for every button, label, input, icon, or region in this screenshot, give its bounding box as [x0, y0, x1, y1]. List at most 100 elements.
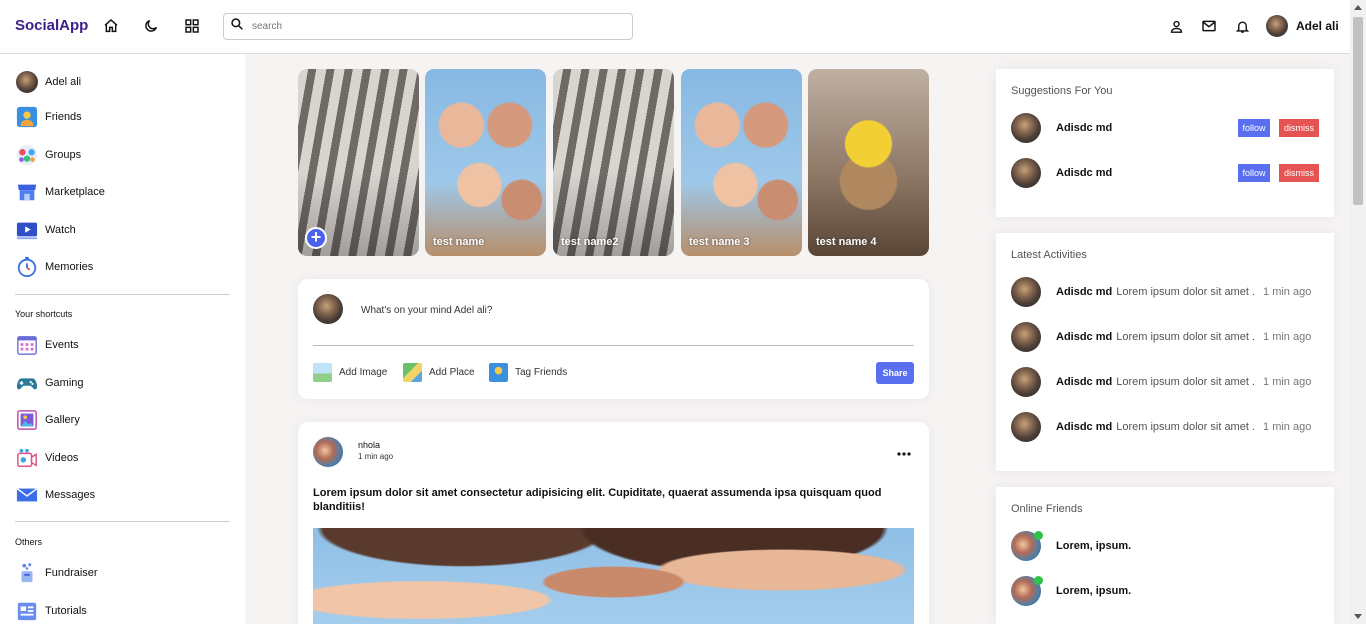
activity-name[interactable]: Adisdc md — [1056, 286, 1112, 298]
notifications-bell-icon[interactable] — [1233, 17, 1251, 35]
add-image-label: Add Image — [339, 367, 388, 378]
add-story-button[interactable]: + — [305, 227, 327, 249]
story-add[interactable]: + — [298, 69, 419, 256]
follow-button[interactable]: follow — [1238, 119, 1270, 137]
memories-icon — [15, 256, 38, 279]
online-friend-item[interactable]: Lorem, ipsum. — [1011, 531, 1319, 561]
story-card[interactable]: test name 3 — [681, 69, 802, 256]
add-place-label: Add Place — [429, 367, 475, 378]
home-icon[interactable] — [102, 17, 120, 35]
online-friends-card: Online Friends Lorem, ipsum. Lorem, ipsu… — [996, 487, 1334, 624]
suggestions-card: Suggestions For You Adisdc md follow dis… — [996, 69, 1334, 217]
post-author[interactable]: nhola — [358, 440, 380, 450]
tutorials-icon — [15, 600, 38, 623]
navbar-user[interactable]: Adel ali — [1266, 15, 1339, 37]
story-card[interactable]: test name 4 — [808, 69, 929, 256]
share-input[interactable]: What's on your mind Adel ali? — [361, 305, 492, 316]
watch-icon — [15, 219, 38, 242]
story-name: test name 3 — [689, 236, 750, 248]
sidebar-item-label: Tutorials — [45, 605, 87, 617]
activity-time: 1 min ago — [1263, 331, 1312, 343]
search-bar[interactable] — [223, 13, 633, 40]
dismiss-button[interactable]: dismiss — [1279, 119, 1319, 137]
sidebar-item-label: Gallery — [45, 414, 80, 426]
follow-button[interactable]: follow — [1238, 164, 1270, 182]
avatar[interactable] — [1011, 277, 1041, 307]
sidebar-item-marketplace[interactable]: Marketplace — [15, 180, 105, 204]
suggestion-name[interactable]: Adisdc md — [1056, 122, 1112, 134]
app-logo[interactable]: SocialApp — [15, 17, 88, 34]
sidebar-item-videos[interactable]: Videos — [15, 446, 78, 470]
groups-icon — [15, 144, 38, 167]
search-icon — [230, 17, 244, 36]
avatar[interactable] — [1011, 412, 1041, 442]
sidebar-item-memories[interactable]: Memories — [15, 255, 93, 279]
navbar: SocialApp Adel ali — [0, 0, 1350, 54]
friends-icon — [489, 363, 508, 382]
story-name: test name2 — [561, 236, 619, 248]
page-scrollbar[interactable] — [1350, 0, 1366, 624]
story-name: test name — [433, 236, 485, 248]
left-sidebar: Adel ali Friends Groups Marketplace Watc… — [0, 54, 245, 624]
mail-icon[interactable] — [1200, 17, 1218, 35]
divider — [313, 345, 914, 346]
activity-item: Adisdc md Lorem ipsum dolor sit amet . 1… — [1011, 277, 1319, 307]
sidebar-item-events[interactable]: Events — [15, 333, 79, 357]
dark-mode-icon[interactable] — [142, 17, 160, 35]
latest-activities-card: Latest Activities Adisdc md Lorem ipsum … — [996, 233, 1334, 471]
user-avatar — [1266, 15, 1288, 37]
activity-name[interactable]: Adisdc md — [1056, 421, 1112, 433]
online-friend-item[interactable]: Lorem, ipsum. — [1011, 576, 1319, 606]
tag-friends-button[interactable]: Tag Friends — [489, 363, 567, 382]
apps-grid-icon[interactable] — [183, 17, 201, 35]
activity-item: Adisdc md Lorem ipsum dolor sit amet . 1… — [1011, 412, 1319, 442]
suggestion-item: Adisdc md follow dismiss — [1011, 113, 1319, 143]
sidebar-item-label: Watch — [45, 224, 76, 236]
scroll-down-arrow-icon[interactable] — [1354, 614, 1362, 619]
sidebar-item-label: Adel ali — [45, 76, 82, 88]
divider — [15, 294, 230, 295]
sidebar-item-tutorials[interactable]: Tutorials — [15, 599, 87, 623]
add-place-button[interactable]: Add Place — [403, 363, 475, 382]
sidebar-item-groups[interactable]: Groups — [15, 143, 81, 167]
suggestion-name[interactable]: Adisdc md — [1056, 167, 1112, 179]
sidebar-item-label: Groups — [45, 149, 82, 161]
sidebar-item-label: Videos — [45, 452, 79, 464]
sidebar-item-watch[interactable]: Watch — [15, 218, 76, 242]
story-card[interactable]: test name2 — [553, 69, 674, 256]
post-author-avatar[interactable] — [313, 437, 343, 467]
post-image[interactable] — [313, 528, 914, 624]
activity-time: 1 min ago — [1263, 421, 1312, 433]
avatar[interactable] — [1011, 113, 1041, 143]
sidebar-item-label: Gaming — [45, 377, 84, 389]
activity-name[interactable]: Adisdc md — [1056, 376, 1112, 388]
divider — [15, 521, 230, 522]
activity-item: Adisdc md Lorem ipsum dolor sit amet . 1… — [1011, 367, 1319, 397]
sidebar-item-label: Fundraiser — [45, 567, 98, 579]
scrollbar-thumb[interactable] — [1353, 17, 1363, 205]
avatar[interactable] — [1011, 158, 1041, 188]
person-icon[interactable] — [1167, 17, 1185, 35]
sidebar-item-gaming[interactable]: Gaming — [15, 371, 84, 395]
story-card[interactable]: test name — [425, 69, 546, 256]
sidebar-item-gallery[interactable]: Gallery — [15, 408, 80, 432]
search-input[interactable] — [252, 21, 612, 32]
sidebar-item-profile[interactable]: Adel ali — [15, 70, 81, 94]
scroll-up-arrow-icon[interactable] — [1354, 5, 1362, 10]
more-options-icon[interactable] — [897, 444, 911, 462]
activity-text: Lorem ipsum dolor sit amet . — [1116, 331, 1256, 343]
sidebar-item-fundraiser[interactable]: Fundraiser — [15, 561, 98, 585]
dismiss-button[interactable]: dismiss — [1279, 164, 1319, 182]
share-box: What's on your mind Adel ali? Add Image … — [298, 279, 929, 399]
avatar[interactable] — [1011, 367, 1041, 397]
add-image-button[interactable]: Add Image — [313, 363, 387, 382]
activity-text: Lorem ipsum dolor sit amet . — [1116, 421, 1256, 433]
share-button[interactable]: Share — [876, 362, 914, 384]
activity-time: 1 min ago — [1263, 376, 1312, 388]
sidebar-item-friends[interactable]: Friends — [15, 105, 82, 129]
post-card: nhola 1 min ago Lorem ipsum dolor sit am… — [298, 422, 929, 624]
avatar[interactable] — [1011, 322, 1041, 352]
story-name: test name 4 — [816, 236, 877, 248]
activity-name[interactable]: Adisdc md — [1056, 331, 1112, 343]
sidebar-item-messages[interactable]: Messages — [15, 483, 95, 507]
